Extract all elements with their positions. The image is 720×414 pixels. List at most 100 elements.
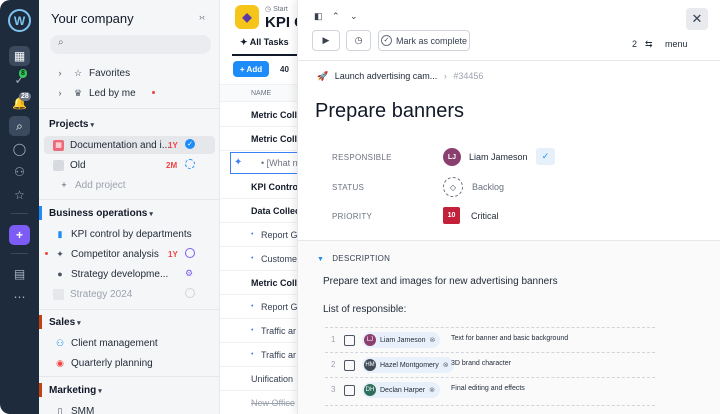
more-icon[interactable]: ⋯ <box>9 287 30 307</box>
list-number: 1 <box>331 335 336 344</box>
sidebar-item-client-mgmt[interactable]: ⚇ Client management <box>53 335 158 351</box>
business-header[interactable]: Business operations ▾ <box>49 208 153 219</box>
sidebar-item-old[interactable]: Old <box>53 157 86 173</box>
task-name: Unification <box>251 374 294 384</box>
sidebar-item-label: Strategy developme... <box>71 268 169 280</box>
list-number: 2 <box>331 360 336 369</box>
star-icon[interactable]: ☆ <box>9 185 30 205</box>
caret-down-icon: ▾ <box>77 320 81 327</box>
sidebar-item-strategy-dev[interactable]: ● Strategy developme... <box>53 266 168 282</box>
projects-header[interactable]: Projects ▾ <box>49 119 94 130</box>
task-title[interactable]: Prepare banners <box>315 100 464 123</box>
sidebar-item-quarterly[interactable]: ◉ Quarterly planning <box>53 355 153 371</box>
sidebar-item-label: Quarterly planning <box>71 357 153 369</box>
task-checkbox[interactable] <box>344 385 355 396</box>
table-row[interactable]: • Report G <box>220 295 298 319</box>
add-icon[interactable]: + <box>9 225 30 245</box>
chevron-right-icon[interactable]: › <box>53 88 67 98</box>
subtasks-icon[interactable]: ⇆ <box>645 39 653 50</box>
mark-complete-button[interactable]: ✓ Mark as complete <box>378 30 470 51</box>
table-row[interactable]: • Custome <box>220 247 298 271</box>
table-row[interactable]: Data Collec <box>220 199 298 223</box>
overdue-tag: 1Y <box>168 141 178 150</box>
task-name: Traffic ar <box>261 350 297 360</box>
collapse-sidebar-icon[interactable]: ›‹ <box>199 12 205 22</box>
mark-complete-label: Mark as complete <box>395 35 468 46</box>
table-row[interactable]: New Office <box>220 391 298 414</box>
panel-layout-icon[interactable]: ◧ <box>314 11 323 22</box>
table-row[interactable]: Metric Colle <box>220 127 298 151</box>
close-button[interactable]: ✕ <box>686 8 708 30</box>
play-button[interactable]: ▶ <box>312 30 340 51</box>
table-row[interactable]: • Report G <box>220 223 298 247</box>
people-icon[interactable]: ⚇ <box>9 162 30 182</box>
star-icon: ☆ <box>73 67 83 78</box>
panel-divider <box>298 240 720 241</box>
table-row[interactable]: KPI Control <box>220 175 298 199</box>
sidebar-item-strategy-2024[interactable]: Strategy 2024 <box>53 286 132 302</box>
add-project-button[interactable]: + Add project <box>57 177 125 193</box>
description-toggle[interactable]: ▼ DESCRIPTION <box>317 254 390 263</box>
chevron-right-icon[interactable]: › <box>53 68 67 78</box>
avatar: LJ <box>364 334 376 346</box>
sidebar-item-led-by-me[interactable]: › ♛ Led by me <box>53 85 136 101</box>
new-task-input[interactable]: • [What ne <box>261 158 298 168</box>
sidebar-divider <box>39 108 220 109</box>
parent-task-link[interactable]: Launch advertising cam... <box>335 71 438 81</box>
remove-icon[interactable]: ⊗ <box>430 336 436 344</box>
sidebar-item-kpi-control[interactable]: ▮ KPI control by departments <box>53 226 192 242</box>
task-name: Metric Colle <box>251 134 298 144</box>
priority-value[interactable]: Critical <box>471 211 499 221</box>
panel-divider <box>298 60 720 61</box>
chevron-down-icon[interactable]: ⌄ <box>350 11 358 22</box>
person-chip[interactable]: HM Hazel Montgomery ⊗ <box>362 357 454 373</box>
tab-all-tasks[interactable]: ✦ All Tasks <box>240 37 289 48</box>
approve-check-icon[interactable]: ✓ <box>536 148 555 165</box>
section-marker <box>39 206 42 220</box>
backlog-status-icon[interactable]: ◇ <box>443 177 463 197</box>
sidebar-item-documentation[interactable]: ▦ Documentation and i... <box>53 137 170 153</box>
table-row[interactable]: Metric Colle <box>220 271 298 295</box>
sidebar-search-input[interactable]: ⌕ <box>50 35 211 54</box>
chat-icon[interactable]: ◯ <box>9 139 30 159</box>
verified-icon: ✓ <box>185 139 195 149</box>
table-row[interactable]: Metric Colle <box>220 103 298 127</box>
description-text[interactable]: Prepare text and images for new advertis… <box>323 276 558 287</box>
responsible-value[interactable]: Liam Jameson <box>469 152 528 162</box>
grid-icon[interactable]: ▦ <box>9 46 30 66</box>
task-checkbox[interactable] <box>344 335 355 346</box>
remove-icon[interactable]: ⊗ <box>429 386 435 394</box>
inbox-badge: 8 <box>19 69 27 78</box>
app-logo-icon[interactable]: W <box>8 9 31 32</box>
table-row[interactable]: • Traffic ar <box>220 343 298 367</box>
name-column-label[interactable]: NAME <box>251 90 271 97</box>
company-name[interactable]: Your company <box>51 11 134 26</box>
person-chip[interactable]: DH Declan Harper ⊗ <box>362 382 441 398</box>
table-icon[interactable]: ▤ <box>9 264 30 284</box>
sidebar-item-favorites[interactable]: › ☆ Favorites <box>53 65 131 81</box>
sidebar-item-label: Led by me <box>89 87 136 99</box>
sidebar-item-competitor[interactable]: ✦ Competitor analysis <box>53 246 159 262</box>
priority-badge[interactable]: 10 <box>443 207 460 224</box>
person-chip[interactable]: LJ Liam Jameson ⊗ <box>362 332 441 348</box>
person-name: Declan Harper <box>380 386 426 394</box>
menu-button[interactable]: menu <box>665 39 688 49</box>
chevron-up-icon[interactable]: ⌃ <box>332 11 340 22</box>
add-task-button[interactable]: + Add <box>233 61 269 77</box>
task-id[interactable]: #34456 <box>453 71 483 81</box>
search-icon[interactable]: ⌕ <box>9 116 30 136</box>
sidebar-item-smm[interactable]: ▯ SMM <box>53 403 95 414</box>
task-name: New Office <box>251 398 295 408</box>
new-task-row[interactable]: ✦ • [What ne <box>230 152 298 174</box>
table-row[interactable]: • Traffic ar <box>220 319 298 343</box>
priority-label: PRIORITY <box>332 212 373 221</box>
project-title[interactable]: KPI C <box>265 14 298 31</box>
progress-icon <box>185 159 195 169</box>
sales-header[interactable]: Sales ▾ <box>49 317 81 328</box>
status-value[interactable]: Backlog <box>472 182 504 192</box>
timer-button[interactable]: ◷ <box>346 30 371 51</box>
marketing-header[interactable]: Marketing ▾ <box>49 385 102 396</box>
table-row[interactable]: Unification <box>220 367 298 391</box>
remove-icon[interactable]: ⊗ <box>443 361 449 369</box>
task-checkbox[interactable] <box>344 360 355 371</box>
